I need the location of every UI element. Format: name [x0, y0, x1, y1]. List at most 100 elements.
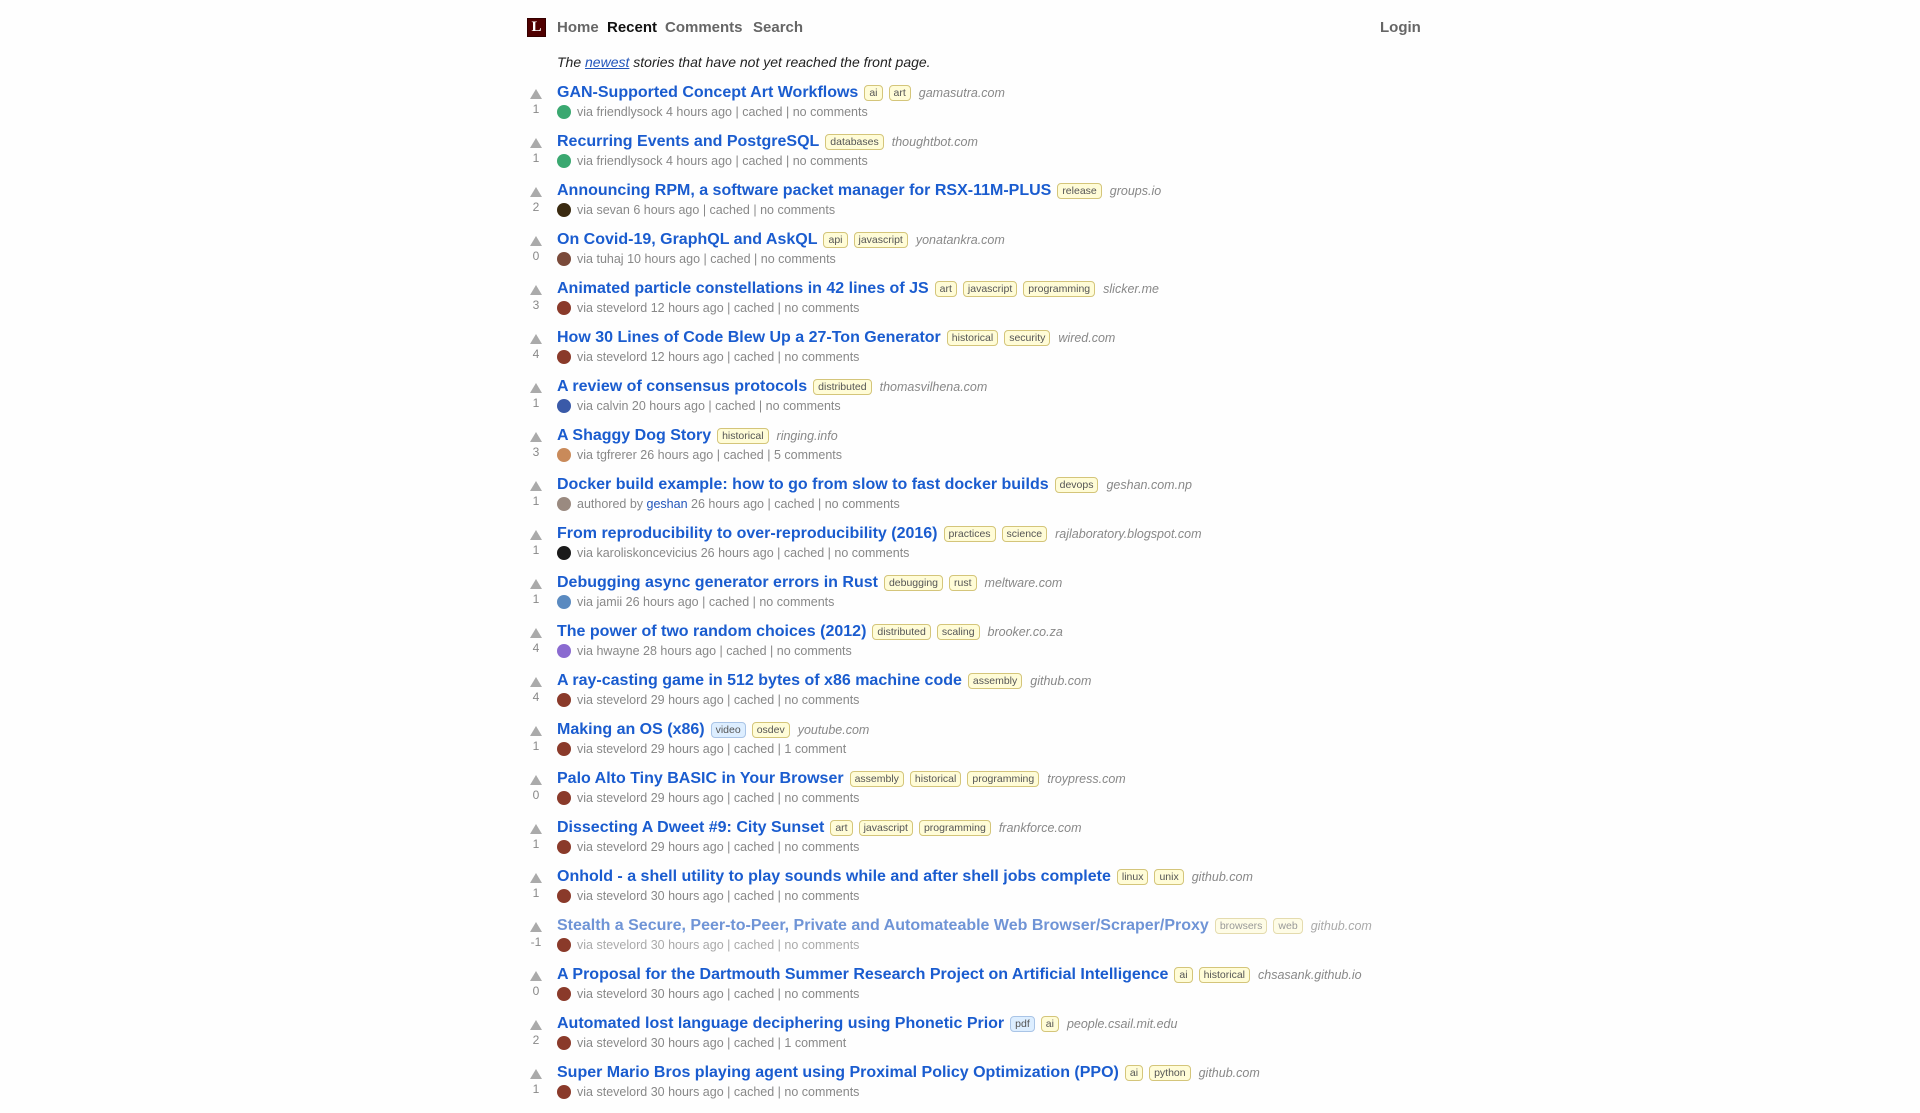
story-domain[interactable]: chsasank.github.io: [1258, 968, 1362, 982]
comments-link[interactable]: no comments: [784, 350, 859, 364]
login-link[interactable]: Login: [1380, 19, 1421, 36]
cached-link[interactable]: cached: [734, 791, 774, 805]
cached-link[interactable]: cached: [734, 987, 774, 1001]
upvote-arrow-icon[interactable]: [530, 1069, 542, 1079]
story-tag[interactable]: ai: [1124, 1065, 1144, 1081]
story-domain[interactable]: geshan.com.np: [1106, 478, 1191, 492]
story-tag[interactable]: scaling: [936, 624, 980, 640]
story-tag[interactable]: pdf: [1010, 1016, 1035, 1032]
story-title-link[interactable]: Dissecting A Dweet #9: City Sunset: [557, 819, 824, 836]
story-tag[interactable]: assembly: [967, 673, 1023, 689]
cached-link[interactable]: cached: [709, 595, 749, 609]
story-tag[interactable]: art: [888, 85, 911, 101]
story-user-link[interactable]: stevelord: [596, 1085, 647, 1099]
user-avatar[interactable]: [557, 350, 571, 364]
nav-recent[interactable]: Recent: [607, 19, 657, 36]
story-tag[interactable]: practices: [943, 526, 996, 542]
cached-link[interactable]: cached: [774, 497, 814, 511]
story-tag[interactable]: historical: [946, 330, 999, 346]
cached-link[interactable]: cached: [742, 105, 782, 119]
story-tag[interactable]: assembly: [849, 771, 904, 787]
story-user-link[interactable]: friendlysock: [596, 105, 662, 119]
story-tag[interactable]: science: [1001, 526, 1048, 542]
story-user-link[interactable]: sevan: [596, 203, 629, 217]
story-domain[interactable]: groups.io: [1110, 184, 1161, 198]
story-tag[interactable]: unix: [1154, 869, 1184, 885]
cached-link[interactable]: cached: [734, 840, 774, 854]
user-avatar[interactable]: [557, 1085, 571, 1099]
user-avatar[interactable]: [557, 203, 571, 217]
story-title-link[interactable]: Making an OS (x86): [557, 721, 705, 738]
user-avatar[interactable]: [557, 791, 571, 805]
upvote-arrow-icon[interactable]: [530, 187, 542, 197]
story-domain[interactable]: wired.com: [1058, 331, 1115, 345]
upvote-arrow-icon[interactable]: [530, 89, 542, 99]
story-user-link[interactable]: calvin: [596, 399, 628, 413]
story-tag[interactable]: databases: [825, 134, 884, 150]
cached-link[interactable]: cached: [784, 546, 824, 560]
story-title-link[interactable]: Palo Alto Tiny BASIC in Your Browser: [557, 770, 844, 787]
upvote-arrow-icon[interactable]: [530, 138, 542, 148]
story-tag[interactable]: art: [934, 281, 957, 297]
story-title-link[interactable]: GAN-Supported Concept Art Workflows: [557, 84, 858, 101]
story-title-link[interactable]: A Proposal for the Dartmouth Summer Rese…: [557, 966, 1168, 983]
story-title-link[interactable]: A review of consensus protocols: [557, 378, 807, 395]
story-tag[interactable]: ai: [864, 85, 883, 101]
story-user-link[interactable]: stevelord: [596, 350, 647, 364]
comments-link[interactable]: no comments: [784, 693, 859, 707]
cached-link[interactable]: cached: [715, 399, 755, 413]
story-tag[interactable]: ai: [1040, 1016, 1059, 1032]
comments-link[interactable]: no comments: [784, 791, 859, 805]
story-tag[interactable]: programming: [918, 820, 991, 836]
story-title-link[interactable]: Debugging async generator errors in Rust: [557, 574, 878, 591]
story-tag[interactable]: video: [710, 722, 746, 738]
comments-link[interactable]: 5 comments: [774, 448, 842, 462]
story-tag[interactable]: javascript: [853, 232, 908, 248]
story-user-link[interactable]: stevelord: [596, 1036, 647, 1050]
story-title-link[interactable]: Onhold - a shell utility to play sounds …: [557, 868, 1111, 885]
story-user-link[interactable]: tuhaj: [596, 252, 623, 266]
user-avatar[interactable]: [557, 840, 571, 854]
story-domain[interactable]: people.csail.mit.edu: [1067, 1017, 1177, 1031]
cached-link[interactable]: cached: [734, 1036, 774, 1050]
story-domain[interactable]: github.com: [1311, 919, 1372, 933]
comments-link[interactable]: no comments: [834, 546, 909, 560]
comments-link[interactable]: no comments: [777, 644, 852, 658]
cached-link[interactable]: cached: [734, 742, 774, 756]
user-avatar[interactable]: [557, 1036, 571, 1050]
upvote-arrow-icon[interactable]: [530, 530, 542, 540]
story-domain[interactable]: thomasvilhena.com: [880, 380, 988, 394]
story-tag[interactable]: security: [1004, 330, 1051, 346]
story-user-link[interactable]: stevelord: [596, 791, 647, 805]
user-avatar[interactable]: [557, 742, 571, 756]
story-title-link[interactable]: Announcing RPM, a software packet manage…: [557, 182, 1051, 199]
story-tag[interactable]: historical: [909, 771, 962, 787]
user-avatar[interactable]: [557, 399, 571, 413]
story-tag[interactable]: rust: [949, 575, 977, 591]
upvote-arrow-icon[interactable]: [530, 775, 542, 785]
user-avatar[interactable]: [557, 301, 571, 315]
comments-link[interactable]: no comments: [760, 203, 835, 217]
upvote-arrow-icon[interactable]: [530, 628, 542, 638]
comments-link[interactable]: no comments: [825, 497, 900, 511]
story-tag[interactable]: historical: [717, 428, 769, 444]
comments-link[interactable]: no comments: [793, 154, 868, 168]
cached-link[interactable]: cached: [710, 203, 750, 217]
story-user-link[interactable]: stevelord: [596, 693, 647, 707]
upvote-arrow-icon[interactable]: [530, 383, 542, 393]
story-user-link[interactable]: stevelord: [596, 840, 647, 854]
story-domain[interactable]: rajlaboratory.blogspot.com: [1055, 527, 1201, 541]
story-tag[interactable]: programming: [1023, 281, 1096, 297]
story-title-link[interactable]: Recurring Events and PostgreSQL: [557, 133, 819, 150]
story-tag[interactable]: historical: [1198, 967, 1251, 983]
story-tag[interactable]: programming: [967, 771, 1040, 787]
story-title-link[interactable]: Automated lost language deciphering usin…: [557, 1015, 1004, 1032]
story-tag[interactable]: distributed: [872, 624, 931, 640]
user-avatar[interactable]: [557, 938, 571, 952]
upvote-arrow-icon[interactable]: [530, 236, 542, 246]
cached-link[interactable]: cached: [734, 889, 774, 903]
story-tag[interactable]: distributed: [813, 379, 872, 395]
story-tag[interactable]: javascript: [962, 281, 1018, 297]
cached-link[interactable]: cached: [710, 252, 750, 266]
story-user-link[interactable]: stevelord: [596, 987, 647, 1001]
